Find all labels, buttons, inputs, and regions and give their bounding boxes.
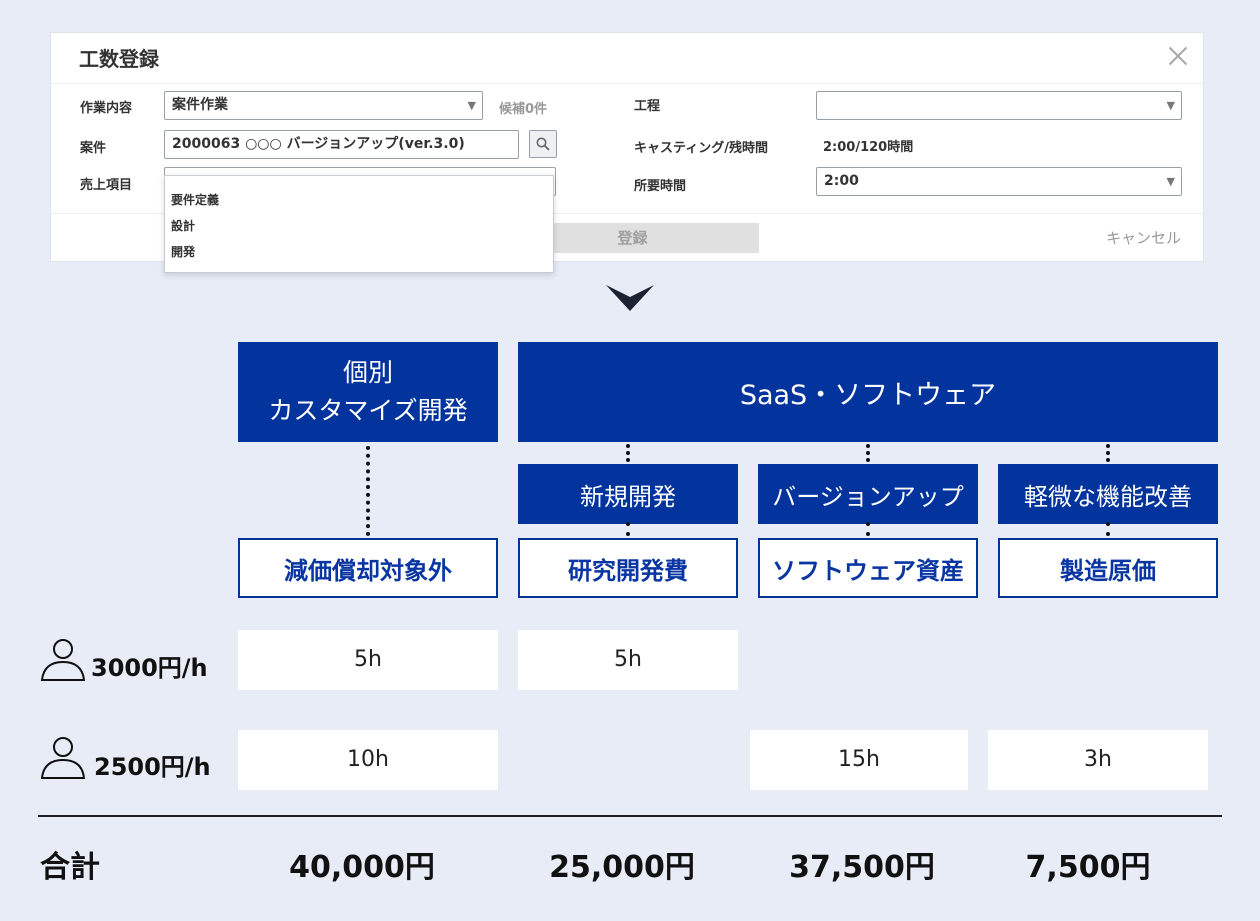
close-icon[interactable] [1161,39,1195,73]
dropdown-option[interactable]: 設計 [171,217,195,234]
casting-label: キャスティング/残時間 [634,141,768,156]
rd-expense-box: 研究開発費 [518,538,738,598]
chevron-down-icon: ▼ [1166,175,1175,188]
candidate-count: 候補0件 [499,102,548,117]
connector-dots [866,522,870,536]
project-label: 案件 [80,141,107,156]
required-time-select[interactable]: 2:00 ▼ [816,167,1182,196]
hours-cell: 5h [518,630,738,690]
dialog-title: 工数登録 [79,47,159,71]
connector-dots [1106,444,1110,462]
custom-development-box: 個別 カスタマイズ開発 [238,342,498,442]
work-content-label: 作業内容 [80,101,133,116]
new-development-box: 新規開発 [518,464,738,524]
non-depreciation-box: 減価償却対象外 [238,538,498,598]
process-label: 工程 [634,99,661,114]
custom-box-line2: カスタマイズ開発 [268,396,468,425]
casting-value: 2:00/120時間 [823,140,914,155]
hours-cell: 10h [238,730,498,790]
version-up-box: バージョンアップ [758,464,978,524]
dropdown-option[interactable]: 要件定義 [171,191,219,208]
hours-cell: 5h [238,630,498,690]
search-icon [536,137,550,151]
software-asset-box: ソフトウェア資産 [758,538,978,598]
project-value: 2000063 ○○○ バージョンアップ(ver.3.0) [172,136,465,152]
work-content-select[interactable]: 案件作業 ▼ [164,91,483,120]
rate-2500: 2500円/h [94,753,211,781]
process-select[interactable]: ▼ [816,91,1182,120]
total-value: 25,000円 [549,850,695,885]
hours-cell: 15h [750,730,968,790]
work-hours-dialog: 工数登録 作業内容 案件作業 ▼ 候補0件 工程 ▼ 案件 2000063 ○○… [50,32,1204,273]
header-divider [51,83,1203,84]
manufacturing-cost-box: 製造原価 [998,538,1218,598]
total-value: 40,000円 [289,850,435,885]
project-input[interactable]: 2000063 ○○○ バージョンアップ(ver.3.0) [164,130,519,159]
total-divider [38,815,1222,817]
chevron-down-icon: ▼ [467,99,476,112]
person-icon [40,737,86,779]
arrow-down-icon [606,285,654,311]
total-label: 合計 [40,850,100,885]
connector-dots [626,444,630,462]
total-value: 7,500円 [1025,850,1151,885]
total-value: 37,500円 [789,850,935,885]
connector-dots [366,446,370,536]
sales-item-dropdown: 要件定義 設計 開発 [164,175,554,273]
search-button[interactable] [529,130,557,158]
required-time-label: 所要時間 [634,179,687,194]
required-time-value: 2:00 [824,173,859,189]
chevron-down-icon: ▼ [1166,99,1175,112]
saas-software-box: SaaS・ソフトウェア [518,342,1218,442]
rate-3000: 3000円/h [91,654,208,682]
cancel-link[interactable]: キャンセル [1106,227,1181,248]
person-icon [40,639,86,681]
dropdown-option[interactable]: 開発 [171,243,195,260]
custom-box-line1: 個別 [342,358,393,387]
connector-dots [866,444,870,462]
sales-item-label: 売上項目 [80,178,133,193]
connector-dots [626,522,630,536]
hours-cell: 3h [988,730,1208,790]
connector-dots [1106,522,1110,536]
minor-improvement-box: 軽微な機能改善 [998,464,1218,524]
work-content-value: 案件作業 [172,97,228,113]
